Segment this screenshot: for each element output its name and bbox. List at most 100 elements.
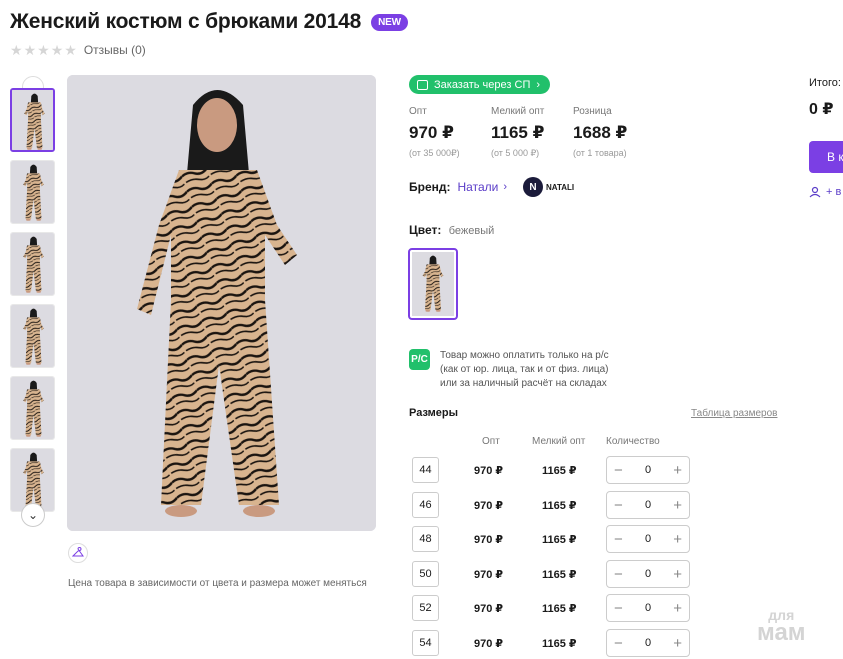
quantity-value[interactable]: 0: [645, 533, 651, 545]
price-tier-value: 1688 ₽: [573, 123, 628, 142]
size-row: 46 970 ₽ 1165 ₽ − 0 +: [412, 491, 692, 520]
thumbnail[interactable]: [10, 304, 55, 368]
chevron-right-icon: ›: [536, 78, 541, 91]
column-header-small-opt: Мелкий опт: [532, 436, 586, 447]
total-value: 0 ₽: [809, 101, 834, 118]
price-tier-wholesale: Опт 970 ₽ (от 35 000₽): [409, 106, 491, 159]
price-tiers: Опт 970 ₽ (от 35 000₽) Мелкий опт 1165 ₽…: [409, 106, 655, 159]
decrement-button[interactable]: −: [614, 636, 623, 651]
hanger-icon: [72, 547, 84, 557]
size-price-opt: 970 ₽: [474, 500, 504, 512]
size-price-small-opt: 1165 ₽: [542, 603, 577, 615]
size-label: 44: [412, 457, 439, 483]
add-to-favorites-label: + в: [826, 186, 842, 198]
site-watermark: для мам: [757, 606, 806, 645]
column-header-quantity: Количество: [606, 436, 660, 447]
share-button[interactable]: [68, 543, 88, 563]
brand-logo-text: NATALI: [546, 182, 575, 192]
size-row: 50 970 ₽ 1165 ₽ − 0 +: [412, 560, 692, 589]
decrement-button[interactable]: −: [614, 601, 623, 616]
increment-button[interactable]: +: [673, 601, 682, 616]
size-price-opt: 970 ₽: [474, 465, 504, 477]
size-row: 54 970 ₽ 1165 ₽ − 0 +: [412, 629, 692, 658]
quantity-stepper: − 0 +: [606, 629, 690, 657]
thumbnail[interactable]: [10, 376, 55, 440]
increment-button[interactable]: +: [673, 498, 682, 513]
payment-note-line: или за наличный расчёт на складах: [440, 378, 607, 389]
quantity-value[interactable]: 0: [645, 499, 651, 511]
add-to-cart-button[interactable]: В к: [809, 141, 843, 173]
quantity-stepper: − 0 +: [606, 594, 690, 622]
payment-note-line: (как от юр. лица, так и от физ. лица): [440, 364, 609, 375]
color-swatch[interactable]: [408, 248, 458, 320]
size-price-opt: 970 ₽: [474, 534, 504, 546]
quantity-value[interactable]: 0: [645, 602, 651, 614]
size-row: 48 970 ₽ 1165 ₽ − 0 +: [412, 525, 692, 554]
brand-logo-mark: N: [523, 177, 543, 197]
quantity-value[interactable]: 0: [645, 568, 651, 580]
thumbnail-image: [12, 90, 53, 150]
payment-note-text: Товар можно оплатить только на р/с (как …: [440, 349, 609, 391]
thumbnail[interactable]: [10, 88, 55, 152]
size-price-small-opt: 1165 ₽: [542, 569, 577, 581]
sizes-title: Размеры: [409, 407, 459, 419]
size-price-opt: 970 ₽: [474, 638, 504, 650]
star-icon: ★: [10, 42, 23, 58]
size-label: 48: [412, 526, 439, 552]
order-via-sp-button[interactable]: Заказать через СП ›: [409, 75, 551, 94]
reviews-link[interactable]: Отзывы (0): [84, 43, 146, 57]
size-price-small-opt: 1165 ₽: [542, 534, 577, 546]
new-badge: NEW: [371, 13, 408, 31]
thumbnail-image: [11, 305, 54, 367]
color-row: Цвет: бежевый: [409, 223, 494, 237]
payment-note-line: Товар можно оплатить только на р/с: [440, 350, 609, 361]
size-price-small-opt: 1165 ₽: [542, 500, 577, 512]
bank-transfer-icon: Р/С: [409, 349, 430, 370]
price-tier-retail: Розница 1688 ₽ (от 1 товара): [573, 106, 655, 159]
price-tier-label: Опт: [409, 106, 427, 117]
increment-button[interactable]: +: [673, 636, 682, 651]
quantity-value[interactable]: 0: [645, 464, 651, 476]
color-value: бежевый: [448, 225, 495, 237]
size-row: 52 970 ₽ 1165 ₽ − 0 +: [412, 594, 692, 623]
size-label: 52: [412, 595, 439, 621]
price-tier-label: Розница: [573, 106, 612, 117]
add-to-favorites-link[interactable]: + в: [809, 186, 841, 198]
color-swatch-image: [412, 252, 454, 316]
size-label: 50: [412, 561, 439, 587]
price-tier-label: Мелкий опт: [491, 106, 545, 117]
color-label: Цвет:: [409, 223, 442, 237]
decrement-button[interactable]: −: [614, 567, 623, 582]
thumbnail-image: [11, 161, 54, 223]
decrement-button[interactable]: −: [614, 532, 623, 547]
price-tier-condition: (от 5 000 ₽): [491, 148, 540, 158]
increment-button[interactable]: +: [673, 463, 682, 478]
size-chart-link[interactable]: Таблица размеров: [691, 408, 777, 419]
price-tier-small-wholesale: Мелкий опт 1165 ₽ (от 5 000 ₽): [491, 106, 573, 159]
size-price-opt: 970 ₽: [474, 569, 504, 581]
thumbs-scroll-down-button[interactable]: ⌄: [21, 503, 45, 527]
brand-logo[interactable]: N NATALI: [523, 177, 574, 197]
decrement-button[interactable]: −: [614, 463, 623, 478]
increment-button[interactable]: +: [673, 567, 682, 582]
column-header-opt: Опт: [482, 436, 500, 447]
quantity-value[interactable]: 0: [645, 637, 651, 649]
size-price-small-opt: 1165 ₽: [542, 465, 577, 477]
quantity-stepper: − 0 +: [606, 491, 690, 519]
main-product-photo[interactable]: [67, 75, 376, 531]
payment-note: Р/С Товар можно оплатить только на р/с (…: [409, 349, 609, 391]
brand-link[interactable]: Натали: [458, 180, 499, 194]
star-icon: ★: [64, 42, 77, 58]
thumbnail-image: [11, 233, 54, 295]
star-icon: ★: [23, 42, 37, 58]
quantity-stepper: − 0 +: [606, 525, 690, 553]
thumbnail[interactable]: [10, 232, 55, 296]
product-image: [67, 75, 376, 531]
decrement-button[interactable]: −: [614, 498, 623, 513]
price-tier-value: 1165 ₽: [491, 123, 545, 142]
increment-button[interactable]: +: [673, 532, 682, 547]
chevron-right-icon: ›: [503, 181, 507, 193]
size-label: 46: [412, 492, 439, 518]
brand-label: Бренд:: [409, 180, 451, 194]
thumbnail[interactable]: [10, 160, 55, 224]
